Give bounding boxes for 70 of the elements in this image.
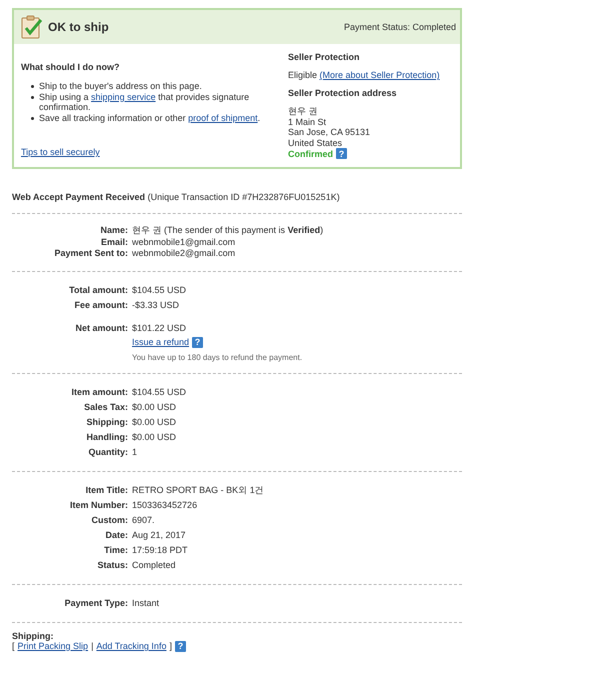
field-value: 6907. xyxy=(132,514,156,526)
address-line: 현우 권 xyxy=(288,106,319,116)
instruction-text: Ship using a shipping service that provides signature confirmation. xyxy=(39,92,250,112)
field-label: Custom: xyxy=(90,514,129,526)
field-value: $104.55 USD xyxy=(132,386,188,398)
field-label: Payment Type: xyxy=(64,596,129,610)
protection-heading: Seller Protection xyxy=(288,52,361,62)
shipping-link[interactable]: Add Tracking Info xyxy=(96,641,166,651)
shipping-heading: Shipping: xyxy=(12,630,54,640)
shipping-link[interactable]: Print Packing Slip xyxy=(18,641,88,651)
refund-link[interactable]: Issue a refund xyxy=(132,337,190,347)
field-label: Sales Tax: xyxy=(83,400,129,414)
field-value: -$3.33 USD xyxy=(132,298,180,312)
field-value: $0.00 USD xyxy=(132,400,178,414)
field-value: 1503363452726 xyxy=(132,498,198,512)
field-value: $101.22 USD xyxy=(132,322,188,334)
bullet-icon xyxy=(31,116,34,120)
field-value: $104.55 USD xyxy=(132,284,188,296)
address-line: United States xyxy=(288,138,344,148)
bullet-icon xyxy=(31,85,34,88)
bracket-text: [ xyxy=(12,641,15,651)
more-link[interactable]: (More about Seller Protection) xyxy=(320,70,440,80)
field-label: Status: xyxy=(96,558,129,572)
inline-link[interactable]: shipping service xyxy=(91,92,156,102)
field-label: Date: xyxy=(104,528,129,542)
payment-status: Payment Status: Completed xyxy=(344,22,456,32)
transaction-heading: Web Accept Payment Received (Unique Transaction ID #7H232876FU015251K) xyxy=(12,192,341,202)
field-value: RETRO SPORT BAG - BK외 1건 xyxy=(132,484,265,496)
field-value: webnmobile1@gmail.com xyxy=(132,236,236,248)
field-value: Completed xyxy=(132,558,177,572)
field-label: Shipping: xyxy=(86,416,129,429)
field-label: Quantity: xyxy=(88,446,129,459)
field-value: Aug 21, 2017 xyxy=(132,528,187,542)
field-label: Net amount: xyxy=(74,322,129,334)
field-label: Handling: xyxy=(86,430,129,444)
eligibility-text: Eligible (More about Seller Protection) xyxy=(288,70,441,80)
field-value: 현우 권 (The sender of this payment is Verified) xyxy=(132,225,324,236)
question-heading: What should I do now? xyxy=(21,62,120,72)
field-label: Fee amount: xyxy=(73,298,129,312)
confirmed-label: Confirmed xyxy=(288,148,333,158)
address-line: 1 Main St xyxy=(288,116,328,127)
bullet-icon xyxy=(31,96,34,98)
separator-text: | xyxy=(91,641,94,651)
tips-link[interactable]: Tips to sell securely xyxy=(21,147,100,157)
help-icon[interactable]: ? xyxy=(336,148,347,159)
field-label: Item Number: xyxy=(68,498,129,512)
field-label: Time: xyxy=(103,544,129,556)
field-label: Item Title: xyxy=(84,484,129,496)
clipboard-check-icon xyxy=(20,15,44,39)
field-value: 17:59:18 PDT xyxy=(132,544,189,556)
field-value: Instant xyxy=(132,596,160,610)
help-icon[interactable]: ? xyxy=(192,336,204,348)
field-value: webnmobile2@gmail.com xyxy=(132,248,236,260)
status-title: OK to ship xyxy=(48,20,109,34)
address-line: San Jose, CA 95131 xyxy=(288,127,372,138)
field-label: Total amount: xyxy=(68,284,129,296)
instruction-text: Ship to the buyer's address on this page. xyxy=(39,81,202,92)
field-value: $0.00 USD xyxy=(132,430,178,444)
address-heading: Seller Protection address xyxy=(288,88,398,98)
refund-note: You have up to 180 days to refund the payment. xyxy=(132,352,304,362)
field-value: 1 xyxy=(132,446,138,458)
field-label: Name: xyxy=(99,225,129,236)
field-value: $0.00 USD xyxy=(132,416,178,428)
field-label: Email: xyxy=(100,236,129,248)
field-label: Payment Sent to: xyxy=(53,248,129,260)
inline-link[interactable]: proof of shipment xyxy=(188,112,258,122)
field-label: Item amount: xyxy=(70,386,129,398)
help-icon[interactable]: ? xyxy=(174,640,186,652)
bracket-text: ] xyxy=(169,641,172,651)
instruction-text: Save all tracking information or other proof of shipment. xyxy=(39,112,260,123)
